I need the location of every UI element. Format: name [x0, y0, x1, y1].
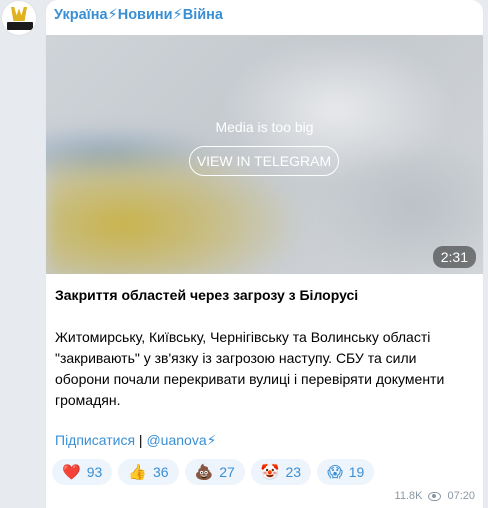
- post-title: Закриття областей через загрозу з Білору…: [55, 287, 359, 303]
- media-too-big-notice: Media is too big: [215, 119, 314, 135]
- video-preview[interactable]: Media is too big VIEW IN TELEGRAM 2:31: [46, 35, 483, 274]
- trident-logo-icon: [11, 7, 27, 21]
- reaction-heart[interactable]: ❤️ 93: [52, 459, 113, 485]
- reaction-count: 19: [348, 464, 365, 480]
- subscribe-link[interactable]: Підписатися: [55, 432, 135, 448]
- reaction-count: 27: [219, 464, 235, 480]
- eye-icon: [428, 491, 442, 501]
- reaction-poop[interactable]: 💩 27: [184, 459, 245, 485]
- reactions-bar: ❤️ 93 👍 36 💩 27 🤡 23 😱 19: [52, 459, 375, 485]
- channel-handle-link[interactable]: @uanova⚡: [146, 432, 216, 448]
- reaction-thumbs-up[interactable]: 👍 36: [118, 459, 179, 485]
- link-separator: |: [135, 432, 147, 448]
- reaction-count: 93: [86, 464, 103, 480]
- message-bubble: Україна⚡Новини⚡Війна Media is too big VI…: [46, 0, 483, 508]
- clown-icon: 🤡: [260, 462, 280, 481]
- post-links: Підписатися | @uanova⚡: [55, 432, 216, 449]
- logo-caption-mark: [7, 22, 33, 30]
- message-time: 07:20: [447, 490, 475, 502]
- reaction-count: 36: [152, 464, 169, 480]
- view-in-telegram-button[interactable]: VIEW IN TELEGRAM: [189, 146, 339, 176]
- thumbs-up-icon: 👍: [128, 462, 147, 481]
- post-body: Житомирську, Київську, Чернігівську та В…: [55, 329, 445, 408]
- video-duration-badge: 2:31: [432, 246, 476, 268]
- channel-avatar[interactable]: [1, 0, 37, 36]
- reaction-scream[interactable]: 😱 19: [317, 459, 375, 485]
- channel-name[interactable]: Україна⚡Новини⚡Війна: [54, 7, 223, 23]
- poop-icon: 💩: [194, 462, 214, 481]
- message-meta: 11.8K 07:20: [395, 490, 475, 502]
- reaction-count: 23: [285, 464, 302, 480]
- heart-icon: ❤️: [62, 462, 81, 481]
- scream-icon: 😱: [327, 462, 343, 481]
- reaction-clown[interactable]: 🤡 23: [250, 459, 312, 485]
- view-count: 11.8K: [394, 490, 423, 502]
